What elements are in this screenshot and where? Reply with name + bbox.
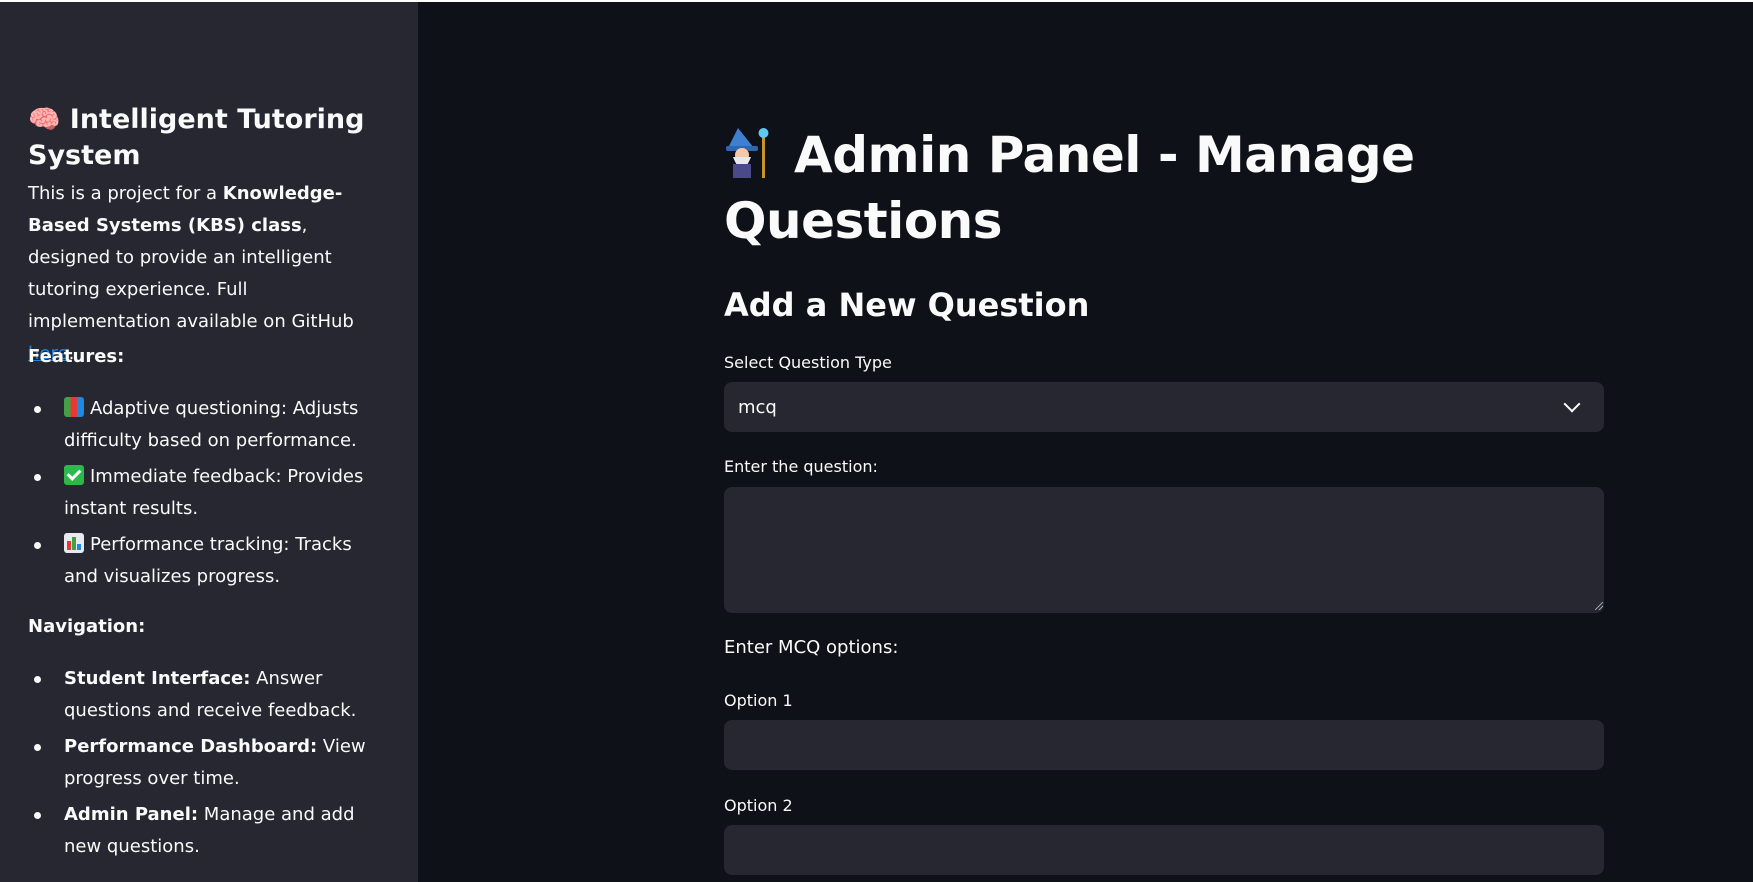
feature-text: Adaptive questioning: Adjusts difficulty… [64, 398, 359, 451]
option2-input[interactable] [724, 825, 1604, 875]
nav-item-name: Admin Panel: [64, 804, 199, 825]
sidebar-title-text: Intelligent Tutoring System [28, 104, 365, 171]
navigation-list: Student Interface: Answer questions and … [28, 663, 388, 867]
section-title: Add a New Question [724, 286, 1090, 324]
resize-handle-icon[interactable] [1595, 602, 1603, 610]
list-item: Performance tracking: Tracks and visuali… [28, 529, 388, 593]
list-item: Adaptive questioning: Adjusts difficulty… [28, 393, 388, 457]
option2-label: Option 2 [724, 796, 793, 815]
sidebar-title: 🧠 Intelligent Tutoring System [28, 102, 368, 174]
option1-label: Option 1 [724, 691, 793, 710]
list-item: Student Interface: Answer questions and … [28, 663, 388, 727]
navigation-heading: Navigation: [28, 616, 146, 637]
question-type-label: Select Question Type [724, 353, 892, 372]
mcq-options-heading: Enter MCQ options: [724, 637, 899, 658]
nav-item-name: Performance Dashboard: [64, 736, 318, 757]
check-mark-icon [64, 465, 84, 485]
brain-icon: 🧠 [28, 105, 61, 135]
bullet [34, 474, 41, 481]
books-icon [64, 397, 84, 417]
bullet [34, 676, 41, 683]
bullet [34, 744, 41, 751]
question-textarea[interactable] [724, 487, 1604, 613]
page-title: Admin Panel - Manage Questions [724, 122, 1424, 254]
question-type-select[interactable]: mcq [724, 382, 1604, 432]
sidebar-intro: This is a project for a Knowledge-Based … [28, 178, 378, 370]
list-item: Immediate feedback: Provides instant res… [28, 461, 388, 525]
bullet [34, 406, 41, 413]
bullet [34, 812, 41, 819]
list-item: Performance Dashboard: View progress ove… [28, 731, 388, 795]
option1-input[interactable] [724, 720, 1604, 770]
feature-text: Performance tracking: Tracks and visuali… [64, 534, 352, 587]
nav-item-name: Student Interface: [64, 668, 251, 689]
feature-text: Immediate feedback: Provides instant res… [64, 466, 364, 519]
bar-chart-icon [64, 533, 84, 553]
chevron-down-icon [1563, 395, 1581, 413]
wizard-icon [724, 124, 776, 180]
page-title-text: Admin Panel - Manage Questions [724, 126, 1415, 250]
question-label: Enter the question: [724, 457, 878, 476]
features-list: Adaptive questioning: Adjusts difficulty… [28, 393, 388, 597]
question-type-value: mcq [738, 396, 777, 418]
main-content: Admin Panel - Manage Questions Add a New… [418, 2, 1753, 882]
list-item: Admin Panel: Manage and add new question… [28, 799, 388, 863]
intro-prefix: This is a project for a [28, 183, 223, 204]
bullet [34, 542, 41, 549]
features-heading: Features: [28, 346, 125, 367]
sidebar: 🧠 Intelligent Tutoring System This is a … [0, 2, 418, 882]
